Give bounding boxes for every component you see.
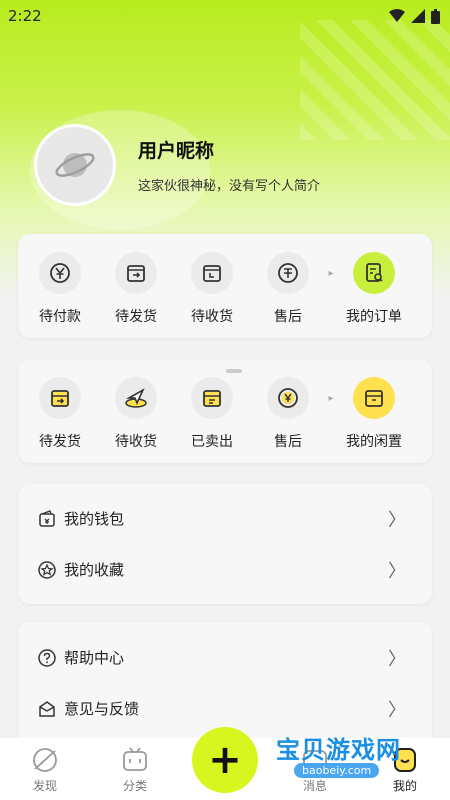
tab-spacer — [180, 794, 270, 800]
icon-circle — [267, 252, 309, 294]
box-idle-icon — [365, 390, 383, 407]
signal-icon — [411, 9, 425, 23]
icon-circle — [353, 252, 395, 294]
menu-label: 我的收藏 — [64, 561, 125, 579]
planet-icon — [55, 153, 95, 177]
menu-label: 意见与反馈 — [64, 700, 140, 718]
order-label: 售后 — [274, 309, 302, 325]
tab-category[interactable]: 分类 — [90, 745, 180, 800]
chevron-right-icon: 〉 — [388, 648, 406, 670]
profile-section[interactable]: 用户昵称 这家伙很神秘，没有写个人简介 — [34, 124, 320, 206]
chevron-right-icon: ▸ — [328, 267, 334, 279]
user-nickname[interactable]: 用户昵称 — [138, 136, 320, 163]
my-orders[interactable]: 我的订单 — [336, 252, 412, 338]
status-time: 2:22 — [8, 7, 42, 25]
discover-icon — [33, 748, 57, 772]
tab-label: 分类 — [122, 779, 147, 793]
order-pending-receive[interactable]: 待收货 — [174, 252, 250, 338]
icon-circle — [267, 377, 309, 419]
user-bio: 这家伙很神秘，没有写个人简介 — [138, 179, 321, 194]
order-search-icon — [366, 263, 383, 282]
icon-circle — [115, 252, 157, 294]
pattern-decoration — [300, 20, 450, 140]
tab-discover[interactable]: 发现 — [0, 745, 90, 800]
publish-button[interactable]: + — [192, 727, 258, 793]
order-after-sale[interactable]: 售后 — [250, 252, 326, 338]
order-label: 待付款 — [39, 309, 81, 325]
sale-label: 待发货 — [39, 434, 81, 450]
after-sale-icon — [278, 263, 298, 283]
chevron-right-icon: 〉 — [388, 699, 406, 721]
icon-circle — [191, 252, 233, 294]
menu-item-favorites[interactable]: 我的收藏 〉 — [18, 544, 432, 595]
avatar[interactable] — [34, 124, 116, 206]
watermark-text: 宝贝游戏网 — [276, 736, 401, 764]
wifi-icon — [389, 9, 405, 22]
icon-circle — [39, 252, 81, 294]
chevron-right-icon: 〉 — [388, 509, 406, 531]
tab-label: 发现 — [32, 779, 57, 793]
yuan-cycle-icon — [50, 263, 70, 283]
feedback-icon — [39, 700, 55, 717]
icon-circle — [191, 377, 233, 419]
menu-item-help[interactable]: 帮助中心 〉 — [18, 632, 432, 683]
wallet-icon — [39, 509, 55, 527]
wallet-favorites-card: 我的钱包 〉 我的收藏 〉 — [18, 484, 432, 604]
icon-circle — [39, 377, 81, 419]
watermark: 宝贝游戏网 baobeiy.com — [276, 730, 450, 788]
sale-label: 我的闲置 — [346, 434, 402, 450]
menu-label: 我的钱包 — [64, 510, 125, 528]
order-pending-ship[interactable]: 待发货 — [98, 252, 174, 338]
menu-label: 帮助中心 — [64, 649, 125, 667]
category-icon — [123, 747, 147, 771]
battery-icon — [431, 8, 440, 24]
menu-item-wallet[interactable]: 我的钱包 〉 — [18, 493, 432, 544]
sale-pending-receive[interactable]: 待收货 — [98, 377, 174, 463]
order-pending-payment[interactable]: 待付款 — [22, 252, 98, 338]
sale-label: 已卖出 — [191, 434, 233, 450]
chevron-right-icon: 〉 — [388, 560, 406, 582]
sale-after-sale[interactable]: 售后 — [250, 377, 326, 463]
sale-pending-ship[interactable]: 待发货 — [22, 377, 98, 463]
sale-label: 售后 — [274, 434, 302, 450]
question-icon — [38, 648, 56, 667]
paper-plane-icon — [125, 388, 147, 408]
order-label: 我的订单 — [346, 309, 402, 325]
order-label: 待收货 — [191, 309, 233, 325]
profile-text: 用户昵称 这家伙很神秘，没有写个人简介 — [138, 136, 320, 194]
box-out-icon — [127, 265, 145, 282]
my-idle-items[interactable]: 我的闲置 — [336, 377, 412, 463]
status-bar: 2:22 — [0, 0, 450, 32]
star-icon — [38, 560, 56, 579]
status-icons — [389, 8, 440, 24]
drag-handle — [226, 369, 242, 373]
sale-sold[interactable]: 已卖出 — [174, 377, 250, 463]
order-label: 待发货 — [115, 309, 157, 325]
icon-circle — [353, 377, 395, 419]
yuan-refresh-icon — [278, 388, 298, 408]
icon-circle — [115, 377, 157, 419]
watermark-url: baobeiy.com — [294, 763, 380, 778]
chevron-right-icon: ▸ — [328, 392, 334, 404]
orders-card: 待付款 待发货 待收货 售后 ▸ 我的订单 — [18, 234, 432, 338]
sale-label: 待收货 — [115, 434, 157, 450]
box-arrow-icon — [51, 390, 69, 407]
box-clock-icon — [203, 265, 221, 282]
box-sold-icon — [203, 390, 221, 407]
sales-card: 待发货 待收货 已卖出 售后 ▸ 我的闲置 — [18, 359, 432, 463]
plus-icon: + — [208, 737, 242, 783]
